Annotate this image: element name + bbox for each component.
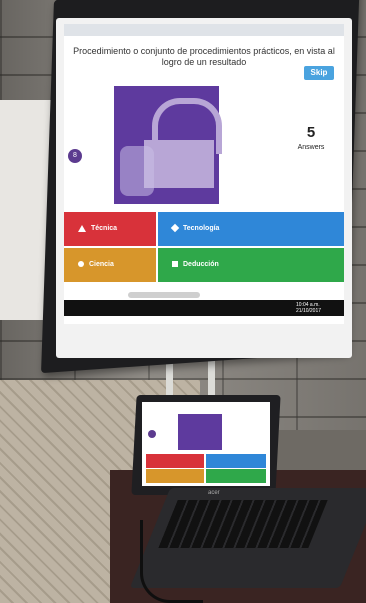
taskbar-clock-date: 21/10/2017 — [296, 308, 322, 314]
question-text: Procedimiento o conjunto de procedimient… — [73, 46, 335, 67]
answer-label: Deducción — [183, 261, 219, 268]
answer-option-green[interactable]: Deducción — [158, 248, 344, 282]
answer-label: Tecnología — [183, 225, 220, 232]
circle-icon — [78, 261, 84, 268]
display-screen: Procedimiento o conjunto de procedimient… — [64, 24, 344, 324]
diamond-icon — [170, 223, 180, 233]
answer-label: Ciencia — [89, 261, 114, 268]
laptop-answer-orange — [146, 469, 204, 483]
answer-option-orange[interactable]: Ciencia — [64, 248, 156, 282]
hand-graphic — [120, 146, 154, 196]
laptop-timer — [148, 430, 156, 438]
answers-count: 5 — [306, 124, 316, 141]
square-icon — [172, 261, 178, 268]
laptop-answer-red — [146, 454, 204, 468]
laptop-screen — [142, 402, 270, 486]
skip-button[interactable]: Skip — [304, 66, 334, 80]
answer-label: Técnica — [91, 225, 118, 232]
answer-option-red[interactable]: Técnica — [64, 212, 156, 246]
laptop-cable — [140, 520, 203, 603]
laptop-question-image — [178, 414, 222, 450]
question-image — [114, 86, 222, 204]
browser-toolbar — [64, 24, 344, 36]
laptop-answer-blue — [206, 454, 266, 468]
answers-label: Answers — [297, 144, 325, 151]
pen-tray — [128, 292, 200, 298]
countdown-timer: 8 — [68, 149, 82, 163]
triangle-icon — [78, 224, 86, 232]
answer-option-blue[interactable]: Tecnología — [158, 212, 344, 246]
windows-taskbar: 10:04 a.m. 21/10/2017 — [64, 300, 344, 316]
laptop-answer-green — [206, 469, 266, 483]
lock-body-graphic — [144, 140, 214, 188]
laptop-brand: acer — [208, 490, 220, 496]
